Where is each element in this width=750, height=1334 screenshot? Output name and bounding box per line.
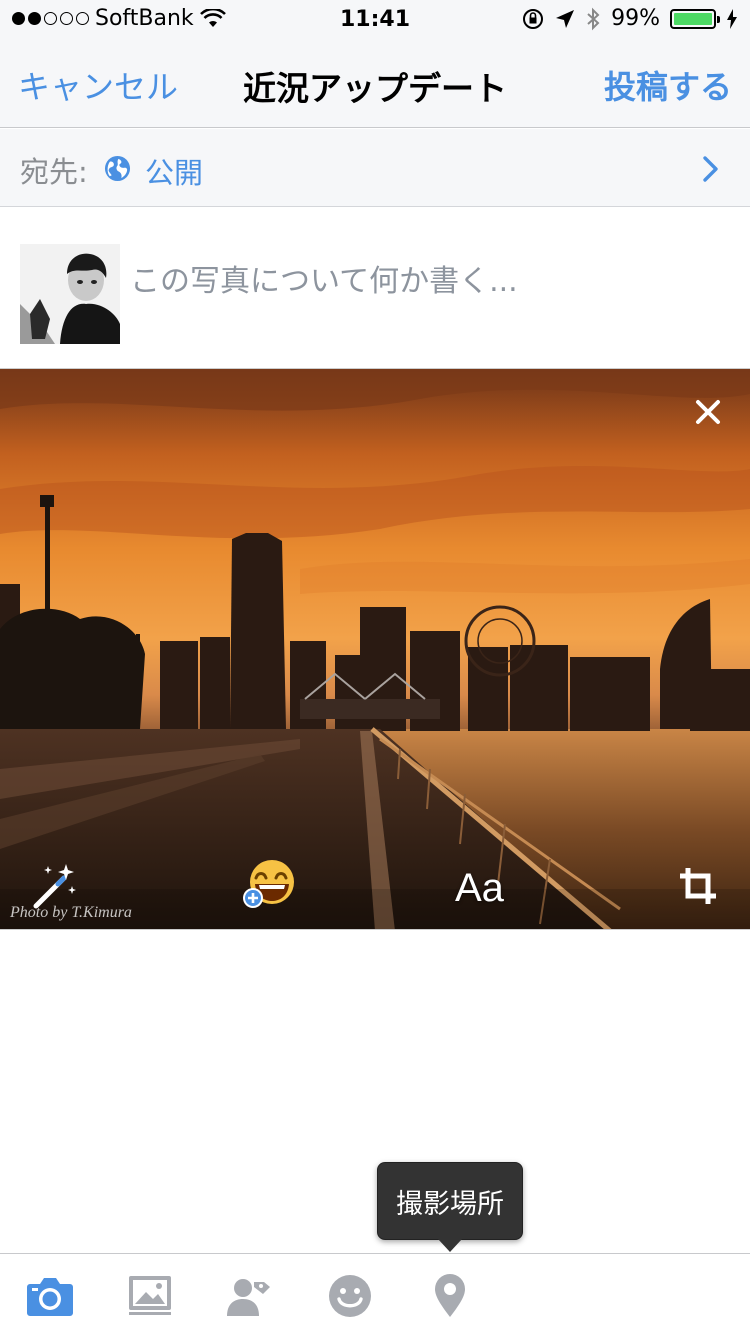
remove-photo-close-icon[interactable]: [694, 398, 722, 426]
globe-icon: [104, 155, 131, 182]
cancel-button[interactable]: キャンセル: [18, 62, 178, 108]
bluetooth-icon: [587, 7, 600, 30]
text-tool-button[interactable]: Aa: [455, 866, 504, 911]
crop-icon[interactable]: [678, 866, 718, 906]
navigation-bar: 近況アップデート キャンセル 投稿する: [0, 40, 750, 128]
photo-image: [0, 369, 750, 929]
avatar: [20, 244, 120, 344]
magic-wand-icon[interactable]: [30, 862, 78, 910]
attached-photo: Photo by T.Kimura: [0, 368, 750, 930]
location-tooltip: 撮影場所: [377, 1162, 523, 1240]
location-pin-icon[interactable]: [426, 1274, 474, 1318]
audience-value: 公開: [145, 156, 204, 190]
status-right: 99%: [521, 6, 738, 31]
audience-label: 宛先:: [20, 155, 88, 189]
camera-icon[interactable]: [26, 1274, 74, 1318]
photos-icon[interactable]: [126, 1274, 174, 1318]
post-button[interactable]: 投稿する: [604, 62, 732, 108]
battery-percent: 99%: [611, 6, 660, 31]
chevron-right-icon: [703, 156, 718, 182]
orientation-lock-icon: [523, 8, 544, 29]
status-bar: SoftBank 11:41 99%: [0, 0, 750, 40]
tag-people-icon[interactable]: [225, 1274, 273, 1318]
tooltip-arrow: [438, 1239, 462, 1252]
feeling-icon[interactable]: [326, 1274, 374, 1318]
audience-selector[interactable]: 宛先: 公開: [0, 129, 750, 207]
location-arrow-icon: [556, 9, 575, 28]
avatar-photo: [20, 244, 120, 344]
sticker-add-icon[interactable]: [242, 858, 298, 910]
status-text-input[interactable]: [130, 256, 730, 306]
composer-toolbar: [0, 1253, 750, 1334]
battery-icon: [670, 8, 720, 29]
charging-bolt-icon: [727, 8, 737, 29]
